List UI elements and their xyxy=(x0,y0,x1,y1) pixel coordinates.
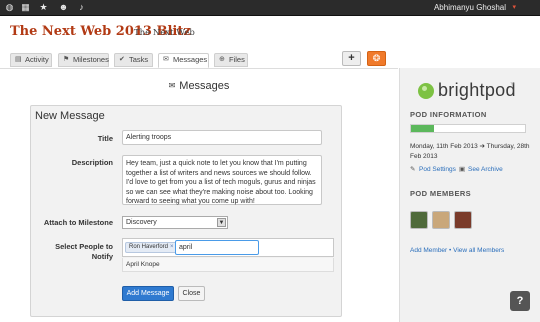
member-avatar[interactable] xyxy=(454,211,472,229)
flag-icon: ⚑ xyxy=(63,56,70,63)
globe-icon[interactable]: ◍ xyxy=(4,2,15,13)
paperclip-icon: ⊕ xyxy=(219,56,225,63)
check-icon: ✔ xyxy=(119,56,125,63)
settings-icon: ✎ xyxy=(410,166,416,173)
suggestion-item[interactable]: April Knope xyxy=(126,261,160,268)
description-field[interactable]: Hey team, just a quick note to let you k… xyxy=(122,155,322,205)
people-selector[interactable]: Ron Haverford × april xyxy=(122,238,334,257)
people-label-line1: Select People to xyxy=(55,242,113,251)
people-label-line2: Notify xyxy=(91,252,113,261)
selected-person-chip: Ron Haverford × xyxy=(125,242,178,253)
user-icon[interactable]: ☻ xyxy=(58,2,69,13)
pod-info-heading: POD INFORMATION xyxy=(410,110,487,119)
title-field[interactable]: Alerting troops xyxy=(122,130,322,145)
member-avatar[interactable] xyxy=(410,211,428,229)
tab-label: Tasks xyxy=(129,55,149,64)
tab-tasks[interactable]: ✔ Tasks xyxy=(114,53,153,67)
pod-progress-bar xyxy=(410,124,526,133)
milestone-select[interactable]: Discovery ▼ xyxy=(122,216,228,229)
list-icon: ▤ xyxy=(15,56,22,63)
add-button[interactable]: + xyxy=(342,51,361,66)
milestone-label: Attach to Milestone xyxy=(43,218,113,227)
messages-heading-label: Messages xyxy=(179,80,230,92)
pod-members-heading: POD MEMBERS xyxy=(410,189,472,198)
envelope-icon: ✉ xyxy=(168,81,176,90)
archive-icon: ▣ xyxy=(459,166,466,173)
milestone-select-value: Discovery xyxy=(126,219,157,226)
close-button[interactable]: Close xyxy=(178,286,205,301)
user-menu-caret-icon[interactable]: ▾ xyxy=(512,3,516,11)
new-message-heading: New Message xyxy=(35,110,105,122)
members-links[interactable]: Add Member • View all Members xyxy=(410,247,504,254)
see-archive-link[interactable]: See Archive xyxy=(468,166,503,173)
remove-person-icon[interactable]: × xyxy=(170,244,174,250)
messages-heading: ✉ Messages xyxy=(0,80,398,92)
bell-icon[interactable]: ♪ xyxy=(76,2,87,13)
envelope-icon: ✉ xyxy=(163,56,169,63)
trademark: ™ xyxy=(510,82,515,88)
grid-icon[interactable]: ▦ xyxy=(20,2,31,13)
people-suggestions: April Knope xyxy=(122,258,334,272)
tab-milestones[interactable]: ⚑ Milestones xyxy=(58,53,109,67)
chevron-down-icon[interactable]: ▼ xyxy=(217,218,226,227)
help-button[interactable]: ? xyxy=(510,291,530,311)
pod-settings-link[interactable]: Pod Settings xyxy=(419,166,456,173)
tab-label: Milestones xyxy=(73,55,109,64)
description-label: Description xyxy=(71,158,113,167)
tab-label: Files xyxy=(229,55,245,64)
top-bar: ◍ ▦ ★ ☻ ♪ Abhimanyu Ghoshal ▾ xyxy=(0,0,540,16)
title-label: Title xyxy=(97,134,113,143)
pod-progress-fill xyxy=(411,125,434,132)
tab-files[interactable]: ⊕ Files xyxy=(214,53,248,67)
tab-activity[interactable]: ▤ Activity xyxy=(10,53,52,67)
star-icon[interactable]: ★ xyxy=(38,2,49,13)
page-subtitle: The Next Web xyxy=(134,28,195,38)
brightpod-logo-icon xyxy=(418,83,434,99)
tabs-divider xyxy=(0,68,398,69)
member-avatar[interactable] xyxy=(432,211,450,229)
brightpod-button[interactable]: ❂ xyxy=(367,51,386,66)
add-message-button[interactable]: Add Message xyxy=(122,286,174,301)
pod-date-range: Monday, 11th Feb 2013 ➔ Thursday, 28th F… xyxy=(410,143,530,160)
user-menu-name[interactable]: Abhimanyu Ghoshal xyxy=(434,3,506,12)
people-search-input[interactable]: april xyxy=(175,240,259,255)
tab-messages[interactable]: ✉ Messages xyxy=(158,53,209,68)
tab-label: Activity xyxy=(25,55,49,64)
brightpod-logo: brightpod xyxy=(438,80,516,100)
tab-label: Messages xyxy=(173,55,208,64)
chip-name: Ron Haverford xyxy=(129,244,169,250)
